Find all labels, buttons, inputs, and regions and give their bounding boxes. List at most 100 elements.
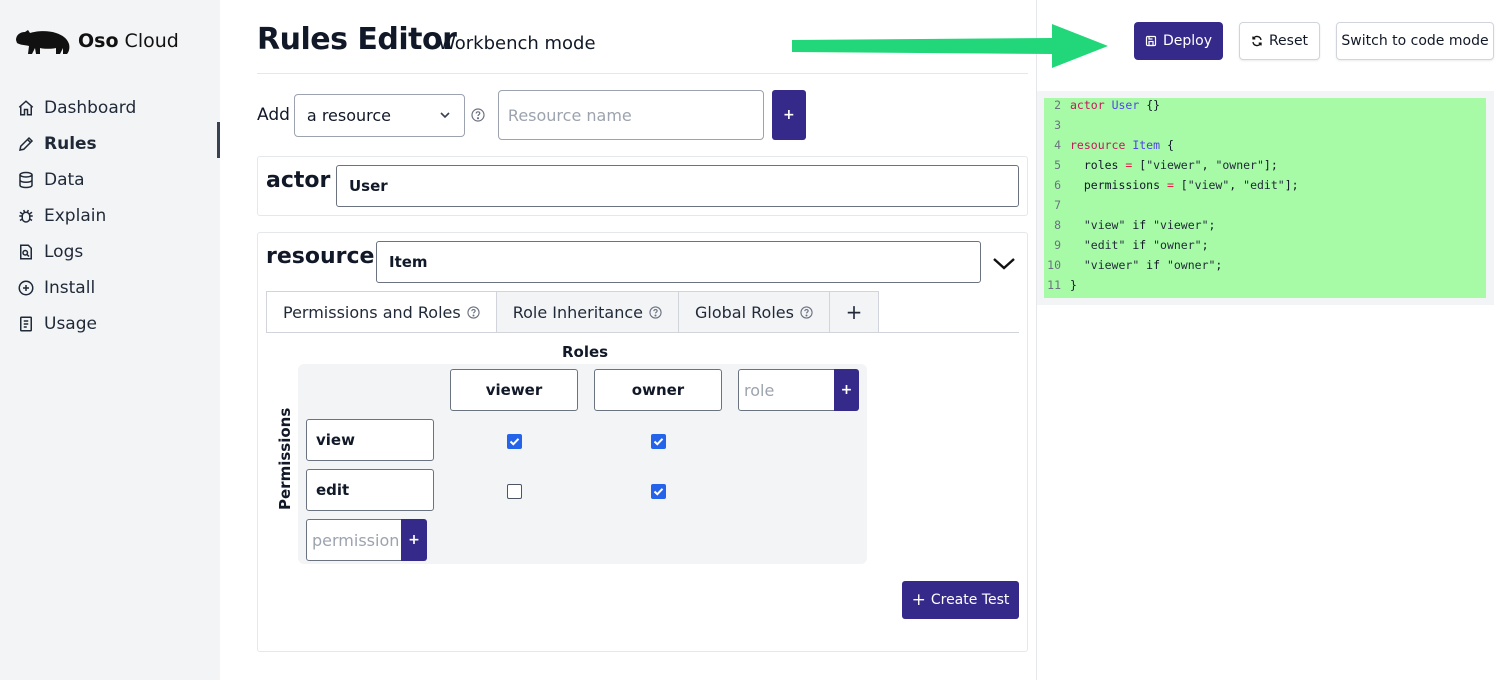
divider: [257, 73, 1028, 74]
sidebar-item-logs[interactable]: Logs: [16, 234, 220, 270]
tab-underline: [266, 332, 1019, 333]
switch-to-code-mode-button[interactable]: Switch to code mode: [1336, 22, 1494, 60]
code-text: "edit" if "owner";: [1083, 238, 1209, 252]
sidebar-item-label: Usage: [44, 314, 97, 334]
actor-name-input[interactable]: User: [336, 165, 1019, 207]
oso-logo[interactable]: Oso Cloud: [14, 26, 179, 56]
code-line: 7: [1044, 198, 1486, 218]
permission-edit[interactable]: edit: [306, 469, 434, 511]
sidebar-item-rules[interactable]: Rules: [16, 126, 220, 162]
page-title: Rules Editor: [257, 22, 457, 57]
green-arrow-icon: [792, 24, 1108, 68]
bug-icon: [16, 206, 36, 226]
add-type-select[interactable]: a resource: [293, 93, 465, 137]
refresh-icon: [1252, 35, 1262, 47]
help-icon: [467, 305, 480, 319]
code-text: "viewer" if "owner";: [1083, 258, 1223, 272]
add-role-button[interactable]: +: [834, 369, 859, 411]
code-text: permissions = ["view", "edit"];: [1070, 178, 1299, 192]
line-number: 5: [1054, 158, 1061, 172]
line-number: 8: [1054, 218, 1061, 232]
help-icon: [649, 305, 662, 319]
tab-label: Global Roles: [695, 302, 794, 322]
sidebar-item-dashboard[interactable]: Dashboard: [16, 90, 220, 126]
permissions-header: Permissions: [276, 407, 294, 510]
receipt-icon: [16, 314, 36, 334]
tab-global-roles[interactable]: Global Roles: [679, 291, 830, 333]
new-permission-input[interactable]: permission: [306, 519, 402, 561]
sidebar-item-explain[interactable]: Explain: [16, 198, 220, 234]
grant-checkbox[interactable]: [651, 434, 666, 449]
code-text: "view" if "viewer";: [1083, 218, 1216, 232]
grant-checkbox[interactable]: [651, 484, 666, 499]
collapse-chevron-icon[interactable]: [991, 253, 1017, 273]
brand-name: Oso Cloud: [78, 30, 179, 52]
reset-button[interactable]: Reset: [1239, 22, 1320, 60]
save-icon: [1145, 35, 1157, 47]
role-owner[interactable]: owner: [594, 369, 722, 411]
resource-name-input[interactable]: Item: [376, 241, 981, 283]
line-number: 3: [1054, 118, 1061, 132]
new-role-input[interactable]: role: [738, 369, 835, 411]
home-icon: [16, 98, 36, 118]
chevron-down-icon: [440, 112, 450, 119]
add-resource-button[interactable]: +: [771, 90, 806, 140]
reset-label: Reset: [1268, 33, 1309, 49]
code-line: 5 roles = ["viewer", "owner"];: [1044, 158, 1486, 178]
code-line: 11}: [1044, 278, 1486, 298]
code-line: 8 "view" if "viewer";: [1044, 218, 1486, 238]
actor-card: actor User: [257, 156, 1028, 216]
code-preview: 2 actor User {} 3 4 resource Item { 5 roles =…: [1044, 98, 1486, 298]
grant-checkbox[interactable]: [507, 434, 522, 449]
roles-header: Roles: [562, 343, 609, 361]
add-label: Add: [257, 105, 290, 125]
sidebar-item-label: Rules: [44, 134, 97, 154]
tab-label: Permissions and Roles: [283, 302, 461, 322]
code-line: 2 actor User {}: [1044, 98, 1486, 118]
line-number: 6: [1054, 178, 1061, 192]
sidebar-item-data[interactable]: Data: [16, 162, 220, 198]
resource-keyword: resource: [266, 244, 375, 269]
code-text: actor User {}: [1070, 98, 1161, 112]
line-number: 11: [1047, 278, 1061, 292]
deploy-button[interactable]: Deploy: [1134, 22, 1223, 60]
deploy-label: Deploy: [1162, 33, 1213, 49]
code-text: roles = ["viewer", "owner"];: [1070, 158, 1278, 172]
plus-circle-icon: [16, 278, 36, 298]
code-text: resource Item {: [1070, 138, 1174, 152]
plus-icon: +: [911, 590, 926, 610]
grant-checkbox[interactable]: [507, 484, 522, 499]
sidebar-item-install[interactable]: Install: [16, 270, 220, 306]
code-line: 3: [1044, 118, 1486, 138]
logs-icon: [16, 242, 36, 262]
help-icon[interactable]: [471, 108, 485, 122]
tab-permissions-and-roles[interactable]: Permissions and Roles: [266, 291, 497, 333]
bear-icon: [16, 30, 70, 54]
tab-label: Role Inheritance: [512, 302, 644, 322]
tab-role-inheritance[interactable]: Role Inheritance: [496, 291, 680, 333]
line-number: 10: [1047, 258, 1061, 272]
add-tab-button[interactable]: +: [829, 291, 879, 333]
line-number: 9: [1054, 238, 1061, 252]
role-viewer[interactable]: viewer: [450, 369, 578, 411]
line-number: 4: [1054, 138, 1061, 152]
create-test-button[interactable]: + Create Test: [902, 581, 1019, 619]
code-line: 9 "edit" if "owner";: [1044, 238, 1486, 258]
help-icon: [800, 305, 813, 319]
page-subtitle: Workbench mode: [438, 33, 596, 54]
select-value: a resource: [306, 105, 392, 125]
code-text: }: [1070, 278, 1077, 292]
actor-keyword: actor: [266, 168, 331, 193]
line-number: 2: [1054, 98, 1061, 112]
sidebar-item-label: Logs: [44, 242, 84, 262]
sidebar-item-usage[interactable]: Usage: [16, 306, 220, 342]
sidebar-item-label: Install: [44, 278, 96, 298]
sidebar-item-label: Explain: [44, 206, 107, 226]
add-permission-button[interactable]: +: [401, 519, 427, 561]
pencil-icon: [16, 134, 36, 154]
permission-view[interactable]: view: [306, 419, 434, 461]
resource-name-input[interactable]: Resource name: [497, 90, 764, 140]
create-test-label: Create Test: [930, 592, 1010, 608]
sidebar-item-label: Dashboard: [44, 98, 137, 118]
code-line: 4 resource Item {: [1044, 138, 1486, 158]
